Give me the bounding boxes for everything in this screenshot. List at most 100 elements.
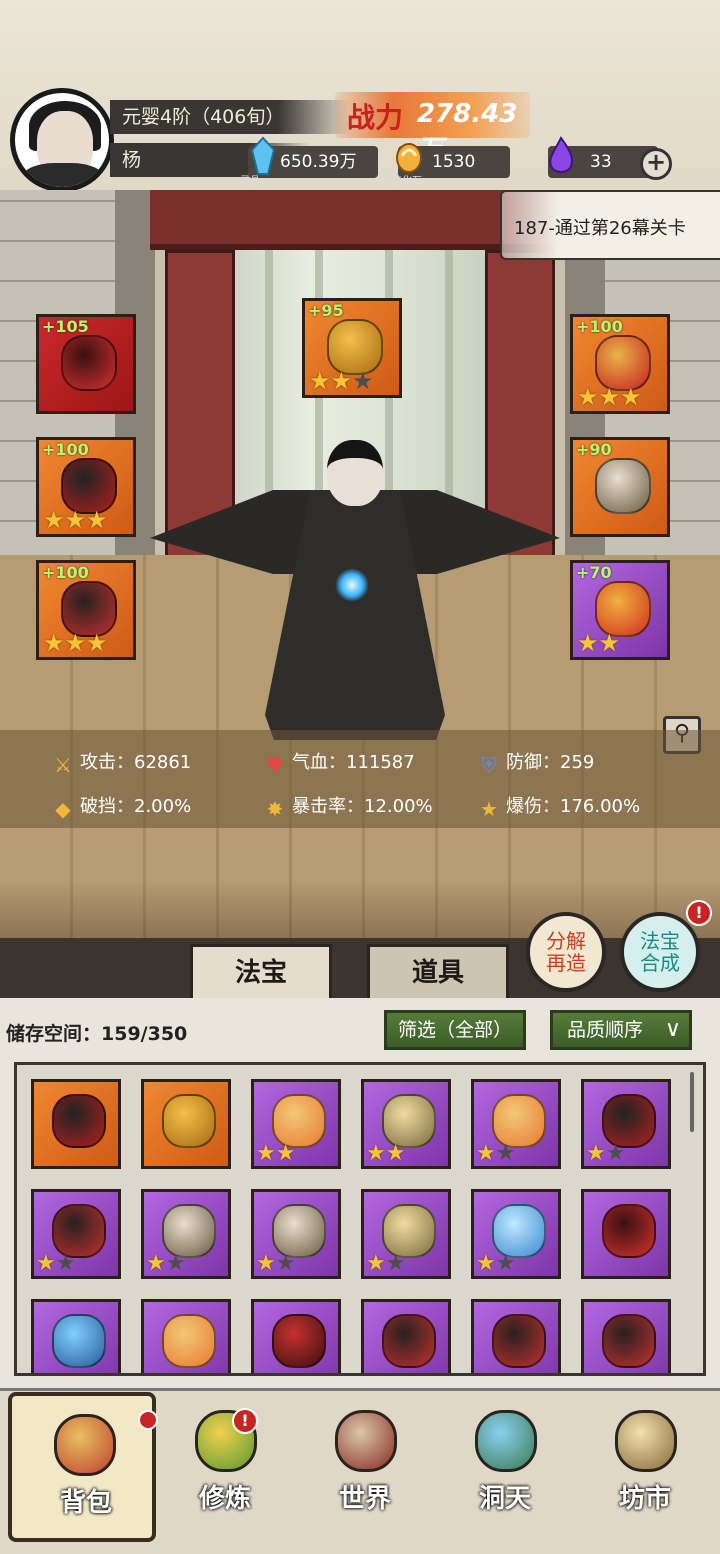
- sort-label: 品质顺序: [567, 1019, 644, 1041]
- inventory-item[interactable]: [581, 1299, 671, 1373]
- sword-icon: ⚔: [54, 753, 72, 777]
- storage-capacity: 储存空间：159/350: [6, 1023, 188, 1045]
- equip-slot-boots[interactable]: +100 ★★★: [36, 560, 136, 660]
- inventory-item[interactable]: ★★: [471, 1079, 561, 1169]
- realm-label: 元婴4阶（406旬）: [110, 100, 350, 134]
- equip-slot-necklace[interactable]: +90: [570, 437, 670, 537]
- tab-treasure[interactable]: 法宝: [190, 944, 332, 998]
- enhance-level: +100: [42, 563, 89, 582]
- inventory-item[interactable]: [251, 1299, 341, 1373]
- equip-slot-ring[interactable]: +70 ★★: [570, 560, 670, 660]
- decompose-label: 分解再造: [546, 929, 586, 975]
- tab-items[interactable]: 道具: [367, 944, 509, 998]
- empty-star-icon: ★: [55, 1251, 76, 1276]
- star-icon: ★: [577, 383, 599, 411]
- inventory-item[interactable]: ★★: [251, 1079, 341, 1169]
- stage-progress-banner[interactable]: 187-通过第26幕关卡: [500, 190, 720, 260]
- inventory-item[interactable]: [581, 1189, 671, 1279]
- equip-slot-weapon[interactable]: +105: [36, 314, 136, 414]
- star-rating: ★★: [256, 1141, 295, 1166]
- stage-progress-text: 187-通过第26幕关卡: [514, 218, 686, 239]
- star-icon: ★: [256, 1141, 276, 1166]
- equip-slot-armor[interactable]: +100 ★★★: [36, 437, 136, 537]
- inventory-item[interactable]: ★★: [581, 1079, 671, 1169]
- nav-market[interactable]: 坊市: [580, 1392, 710, 1542]
- boots-icon: [492, 1314, 546, 1368]
- stats-panel: ⚔ 攻击：62861 ♥ 气血：111587 ⛨ 防御：259 ◆ 破挡：2.00% ✸…: [0, 730, 720, 828]
- portal-icon: [475, 1410, 537, 1472]
- star-icon: ★: [598, 629, 621, 657]
- bag-dot-badge: [138, 1410, 158, 1430]
- star-icon: ★: [586, 1141, 606, 1166]
- filter-dropdown[interactable]: 筛选（全部）: [384, 1010, 526, 1050]
- inventory-item[interactable]: ★★: [361, 1189, 451, 1279]
- enhance-level: +90: [576, 440, 612, 459]
- spirit-crystal-value: 650.39万: [280, 152, 357, 172]
- nav-label: 背包: [59, 1488, 112, 1518]
- stat-break: ◆ 破挡：2.00%: [52, 792, 191, 820]
- inventory-item[interactable]: ★★: [251, 1189, 341, 1279]
- star-icon: ★: [64, 629, 87, 657]
- robe-icon: [52, 1094, 106, 1148]
- inventory-item[interactable]: ★★: [471, 1189, 561, 1279]
- star-icon: ★: [598, 383, 621, 411]
- star-rating: ★★: [366, 1251, 406, 1276]
- stat-hp: ♥ 气血：111587: [264, 748, 415, 776]
- star-icon: ★: [256, 1251, 276, 1276]
- bow-icon: [52, 1314, 106, 1368]
- nav-bag[interactable]: 背包: [8, 1392, 156, 1542]
- broken-shield-icon: ◆: [55, 797, 71, 821]
- stat-crit-rate-text: 暴击率：12.00%: [292, 796, 433, 817]
- decompose-button[interactable]: 分解再造: [526, 912, 606, 992]
- combine-button[interactable]: 法宝合成: [620, 912, 700, 992]
- star-rating: ★★: [366, 1141, 405, 1166]
- inventory-scrollbar[interactable]: [690, 1072, 694, 1132]
- stat-defense-text: 防御：259: [506, 752, 595, 773]
- equip-slot-crown[interactable]: +100 ★★★: [570, 314, 670, 414]
- dagger-icon: [61, 335, 117, 391]
- enhance-level: +100: [42, 440, 89, 459]
- inventory-item[interactable]: ★★: [31, 1189, 121, 1279]
- star-rating: ★★: [256, 1251, 295, 1276]
- boots-icon: [602, 1314, 656, 1368]
- necklace-icon: [272, 1204, 326, 1258]
- inventory-item[interactable]: [361, 1299, 451, 1373]
- stat-attack: ⚔ 攻击：62861: [52, 748, 191, 776]
- equip-slot-talisman[interactable]: +95 ★★★: [302, 298, 402, 398]
- power-label: 战力: [347, 101, 404, 134]
- tab-band: [0, 938, 720, 998]
- inventory-item[interactable]: [31, 1079, 121, 1169]
- inventory-item[interactable]: [471, 1299, 561, 1373]
- inventory-item[interactable]: ★★: [141, 1189, 231, 1279]
- enhance-level: +105: [42, 317, 89, 336]
- empty-star-icon: ★: [385, 1251, 406, 1276]
- star-icon: ★: [366, 1251, 386, 1276]
- fox-mask-icon: [272, 1094, 326, 1148]
- star-rating: ★★★: [577, 384, 642, 410]
- crit-damage-icon: ★: [480, 797, 498, 821]
- resource-creation-stone[interactable]: 1530 造化石: [392, 143, 510, 187]
- inventory-item[interactable]: [141, 1079, 231, 1169]
- inventory-item[interactable]: [31, 1299, 121, 1373]
- purple-flame-value: 33: [590, 152, 612, 172]
- star-rating: ★★★: [43, 507, 108, 533]
- star-icon: ★: [64, 506, 87, 534]
- star-rating: ★★: [577, 630, 620, 656]
- enhance-level: +100: [576, 317, 623, 336]
- inventory-item[interactable]: ★★: [361, 1079, 451, 1169]
- nav-cultivate[interactable]: 修炼: [160, 1392, 290, 1542]
- shield-icon: ⛨: [481, 753, 497, 777]
- cultivate-alert-badge: !: [232, 1408, 258, 1434]
- player-avatar[interactable]: [10, 88, 114, 192]
- resource-spirit-crystal[interactable]: 650.39万 灵晶: [240, 136, 378, 187]
- market-stall-icon: [615, 1410, 677, 1472]
- star-icon: ★: [36, 1251, 56, 1276]
- add-resource-button[interactable]: +: [640, 148, 672, 180]
- nav-world[interactable]: 世界: [300, 1392, 430, 1542]
- stat-crit-damage-text: 爆伤：176.00%: [506, 796, 641, 817]
- sort-dropdown[interactable]: 品质顺序 ∨: [550, 1010, 692, 1050]
- star-rating: ★★: [586, 1141, 625, 1166]
- inventory-item[interactable]: [141, 1299, 231, 1373]
- nav-cave-heaven[interactable]: 洞天: [440, 1392, 570, 1542]
- spirit-orb: [335, 568, 369, 602]
